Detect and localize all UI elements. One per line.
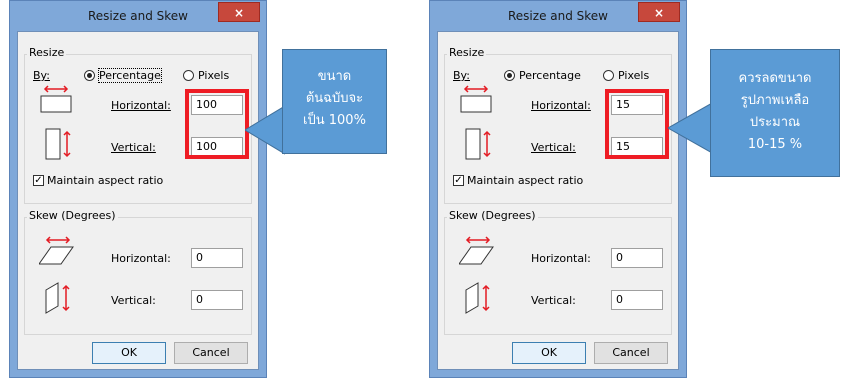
- percentage-radio-label[interactable]: Percentage: [98, 68, 162, 83]
- resize-skew-dialog-right: Resize and Skew × Resize By: Percentage …: [429, 0, 687, 378]
- skew-vertical-label: Vertical:: [531, 294, 576, 307]
- skew-vertical-icon: [465, 282, 490, 314]
- skew-vertical-label: Vertical:: [111, 294, 156, 307]
- skew-horizontal-icon: [39, 236, 74, 265]
- highlight-box: [185, 89, 249, 159]
- resize-group-label: Resize: [27, 46, 67, 59]
- skew-group-label: Skew (Degrees): [27, 209, 118, 222]
- callout-right: ควรลดขนาด รูปภาพเหลือ ประมาณ 10-15 %: [710, 49, 840, 177]
- resize-horizontal-icon: [40, 85, 72, 113]
- skew-horizontal-input[interactable]: 0: [191, 248, 243, 268]
- pixels-radio-label[interactable]: Pixels: [198, 69, 229, 82]
- callout-left-line-2: ต้นฉบับจะ: [305, 91, 364, 106]
- percentage-radio[interactable]: [504, 70, 515, 81]
- maintain-aspect-checkbox[interactable]: ✓: [33, 175, 44, 186]
- skew-horizontal-input[interactable]: 0: [611, 248, 663, 268]
- pixels-radio-label[interactable]: Pixels: [618, 69, 649, 82]
- resize-group: Resize By: Percentage Pixels Horizontal:…: [444, 46, 672, 204]
- resize-horizontal-icon: [460, 85, 492, 113]
- maintain-aspect-checkbox[interactable]: ✓: [453, 175, 464, 186]
- cancel-button[interactable]: Cancel: [594, 342, 668, 364]
- title-bar: Resize and Skew ×: [10, 1, 266, 31]
- skew-horizontal-icon: [459, 236, 494, 265]
- percentage-radio-label[interactable]: Percentage: [519, 69, 581, 82]
- callout-right-line-1: ควรลดขนาด: [738, 71, 812, 86]
- resize-horizontal-label: Horizontal:: [111, 99, 171, 112]
- callout-left-line-1: ขนาด: [317, 69, 352, 84]
- skew-group: Skew (Degrees) Horizontal: 0 Vertical: 0: [444, 209, 672, 335]
- skew-horizontal-label: Horizontal:: [531, 252, 591, 265]
- resize-vertical-icon: [45, 128, 71, 160]
- dialog-body: Resize By: Percentage Pixels Horizontal:…: [17, 31, 259, 370]
- skew-vertical-input[interactable]: 0: [191, 290, 243, 310]
- percentage-radio[interactable]: [84, 70, 95, 81]
- resize-horizontal-label: Horizontal:: [531, 99, 591, 112]
- skew-group-label: Skew (Degrees): [447, 209, 538, 222]
- callout-left-line-3: เป็น 100%: [303, 113, 366, 128]
- maintain-aspect-label[interactable]: Maintain aspect ratio: [47, 174, 163, 187]
- pixels-radio[interactable]: [183, 70, 194, 81]
- callout-left: ขนาด ต้นฉบับจะ เป็น 100%: [282, 49, 387, 154]
- callout-pointer-left: [245, 105, 285, 155]
- close-button[interactable]: ×: [218, 2, 260, 22]
- maintain-aspect-label[interactable]: Maintain aspect ratio: [467, 174, 583, 187]
- ok-button[interactable]: OK: [92, 342, 166, 364]
- skew-vertical-input[interactable]: 0: [611, 290, 663, 310]
- skew-vertical-icon: [45, 282, 70, 314]
- by-label: By:: [453, 69, 470, 82]
- callout-right-line-3: ประมาณ: [749, 115, 801, 130]
- resize-group-label: Resize: [447, 46, 487, 59]
- cancel-button[interactable]: Cancel: [174, 342, 248, 364]
- dialog-body: Resize By: Percentage Pixels Horizontal:…: [437, 31, 679, 370]
- by-label: By:: [33, 69, 50, 82]
- ok-button[interactable]: OK: [512, 342, 586, 364]
- resize-vertical-icon: [465, 128, 491, 160]
- resize-vertical-label: Vertical:: [531, 141, 576, 154]
- resize-group: Resize By: Percentage Pixels Horizontal:…: [24, 46, 252, 204]
- skew-group: Skew (Degrees) Horizontal: 0 Vertical: 0: [24, 209, 252, 335]
- callout-right-line-2: รูปภาพเหลือ: [740, 93, 810, 108]
- title-bar: Resize and Skew ×: [430, 1, 686, 31]
- pixels-radio[interactable]: [603, 70, 614, 81]
- callout-pointer-right: [668, 101, 714, 155]
- callout-right-line-4: 10-15 %: [747, 137, 803, 152]
- highlight-box: [605, 89, 669, 159]
- close-button[interactable]: ×: [638, 2, 680, 22]
- resize-vertical-label: Vertical:: [111, 141, 156, 154]
- resize-skew-dialog-left: Resize and Skew × Resize By: Percentage …: [9, 0, 267, 378]
- skew-horizontal-label: Horizontal:: [111, 252, 171, 265]
